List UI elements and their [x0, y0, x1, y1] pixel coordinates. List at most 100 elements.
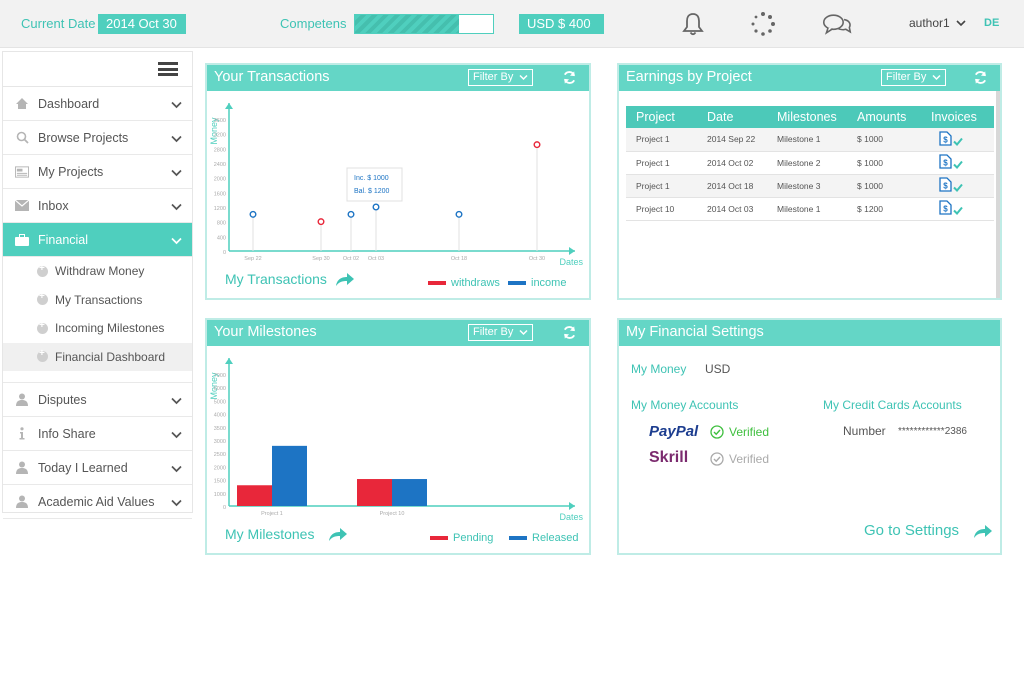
x-tick-label: Oct 03 — [368, 256, 384, 262]
money-accounts-label: My Money Accounts — [631, 398, 739, 412]
filter-label: Filter By — [473, 71, 514, 83]
invoice-icon[interactable]: $ — [939, 154, 952, 169]
sidebar-item-browse-projects[interactable]: Browse Projects — [3, 121, 192, 155]
my-transactions-label: My Transactions — [225, 271, 327, 287]
refresh-icon[interactable] — [562, 325, 577, 340]
mail-icon — [15, 199, 29, 213]
financial-settings-title: My Financial Settings — [626, 324, 764, 340]
data-point-income — [455, 210, 463, 218]
svg-text:$: $ — [943, 182, 948, 191]
transactions-filter-dropdown[interactable]: Filter By — [468, 69, 534, 86]
sidebar-subitem-incoming-milestones[interactable]: Incoming Milestones — [3, 314, 192, 343]
transactions-title: Your Transactions — [214, 69, 330, 85]
cell-date: 2014 Oct 03 — [697, 197, 767, 221]
financial-settings-header: My Financial Settings — [619, 320, 1000, 346]
y-tick-label: 400 — [217, 235, 226, 241]
bell-icon[interactable] — [678, 10, 708, 38]
sidebar-item-my-projects[interactable]: My Projects — [3, 155, 192, 189]
table-row[interactable]: Project 10 2014 Oct 03 Milestone 1 $ 1200 $ — [626, 197, 994, 221]
sidebar-subitem-my-transactions[interactable]: My Transactions — [3, 286, 192, 315]
loading-icon[interactable] — [748, 10, 778, 38]
sidebar-subitem-withdraw-money[interactable]: Withdraw Money — [3, 257, 192, 286]
milestones-filter-dropdown[interactable]: Filter By — [468, 324, 534, 341]
sidebar-item-label: Financial — [38, 232, 89, 247]
competens-progress-bar — [354, 14, 494, 34]
hamburger-menu-icon[interactable] — [158, 62, 178, 76]
y-tick-label: 1000 — [214, 492, 226, 498]
sidebar-item-dashboard[interactable]: Dashboard — [3, 87, 192, 121]
transactions-panel-header: Your Transactions Filter By — [207, 65, 589, 91]
chevron-down-icon — [171, 237, 182, 245]
legend-pending-label: Pending — [453, 532, 494, 544]
sidebar-subitem-financial-dashboard[interactable]: Financial Dashboard — [3, 342, 192, 371]
user-menu[interactable]: author1 — [909, 16, 966, 30]
table-header-row: Project Date Milestones Amounts Invoices — [626, 106, 994, 128]
scrollbar[interactable] — [996, 91, 1000, 298]
table-row[interactable]: Project 1 2014 Oct 02 Milestone 2 $ 1000 $ — [626, 151, 994, 175]
column-header[interactable]: Amounts — [847, 106, 921, 128]
language-switch[interactable]: DE — [984, 17, 999, 29]
chevron-down-icon — [932, 74, 941, 81]
sidebar-item-label: Browse Projects — [38, 130, 129, 145]
invoice-icon[interactable]: $ — [939, 177, 952, 192]
bar-released — [392, 479, 427, 506]
go-to-settings-link[interactable]: Go to Settings — [864, 522, 993, 539]
cell-milestone: Milestone 2 — [767, 151, 847, 175]
sidebar-item-disputes[interactable]: Disputes — [3, 383, 192, 417]
x-axis-label: Dates — [559, 512, 583, 522]
cell-project: Project 1 — [626, 151, 697, 175]
x-tick-label: Oct 18 — [451, 256, 467, 262]
credit-cards-label: My Credit Cards Accounts — [823, 398, 962, 412]
y-tick-label: 2500 — [214, 452, 226, 458]
earnings-panel: Earnings by Project Filter By Project Da… — [617, 63, 1002, 300]
legend-released: Released — [509, 532, 578, 544]
y-tick-label: 6000 — [214, 386, 226, 392]
table-row[interactable]: Project 1 2014 Sep 22 Milestone 1 $ 1000 $ — [626, 128, 994, 152]
current-date-value: 2014 Oct 30 — [98, 14, 186, 34]
my-milestones-link[interactable]: My Milestones — [225, 526, 348, 542]
column-header[interactable]: Invoices — [921, 106, 994, 128]
invoice-icon[interactable]: $ — [939, 131, 952, 146]
earnings-filter-dropdown[interactable]: Filter By — [881, 69, 947, 86]
cell-project: Project 10 — [626, 197, 697, 221]
plus-circle-icon — [37, 320, 48, 334]
chat-icon[interactable] — [822, 10, 852, 38]
share-arrow-icon — [335, 273, 354, 286]
column-header[interactable]: Milestones — [767, 106, 847, 128]
skrill-status-label: Verified — [729, 452, 770, 466]
y-tick-label: 800 — [217, 221, 226, 227]
legend-released-label: Released — [532, 532, 579, 544]
sidebar-item-today-i-learned[interactable]: Today I Learned — [3, 451, 192, 485]
milestones-panel-header: Your Milestones Filter By — [207, 320, 589, 346]
invoice-icon[interactable]: $ — [939, 200, 952, 215]
sidebar-item-inbox[interactable]: Inbox — [3, 189, 192, 223]
my-transactions-link[interactable]: My Transactions — [225, 271, 355, 287]
cell-date: 2014 Oct 18 — [697, 174, 767, 198]
sidebar-item-label: Today I Learned — [38, 460, 128, 475]
sidebar-item-info-share[interactable]: Info Share — [3, 417, 192, 451]
column-header[interactable]: Date — [697, 106, 767, 128]
y-tick-label: 4000 — [214, 413, 226, 419]
sidebar-item-label: Dashboard — [38, 96, 100, 111]
filter-label: Filter By — [473, 326, 514, 338]
cell-date: 2014 Sep 22 — [697, 128, 767, 152]
sidebar-item-financial[interactable]: Financial — [3, 223, 192, 257]
sidebar-subitem-label: Financial Dashboard — [55, 349, 166, 364]
data-point-income — [347, 210, 355, 218]
transactions-chart: MoneyDates040080012001600200024002800320… — [209, 103, 583, 267]
y-tick-label: 1200 — [214, 206, 226, 212]
data-point-withdraws — [317, 218, 325, 226]
current-date-label: Current Date — [21, 16, 96, 31]
x-tick-label: Sep 30 — [312, 256, 329, 262]
refresh-icon[interactable] — [973, 70, 988, 85]
refresh-icon[interactable] — [562, 70, 577, 85]
y-tick-label: 2400 — [214, 162, 226, 168]
legend-income: income — [508, 277, 566, 289]
sidebar-item-label: Disputes — [38, 392, 87, 407]
chevron-down-icon — [171, 397, 182, 405]
table-row[interactable]: Project 1 2014 Oct 18 Milestone 3 $ 1000 $ — [626, 174, 994, 198]
chevron-down-icon — [171, 465, 182, 473]
column-header[interactable]: Project — [626, 106, 697, 128]
user-name: author1 — [909, 16, 950, 30]
sidebar-item-academic-aid-values[interactable]: Academic Aid Values — [3, 485, 192, 519]
